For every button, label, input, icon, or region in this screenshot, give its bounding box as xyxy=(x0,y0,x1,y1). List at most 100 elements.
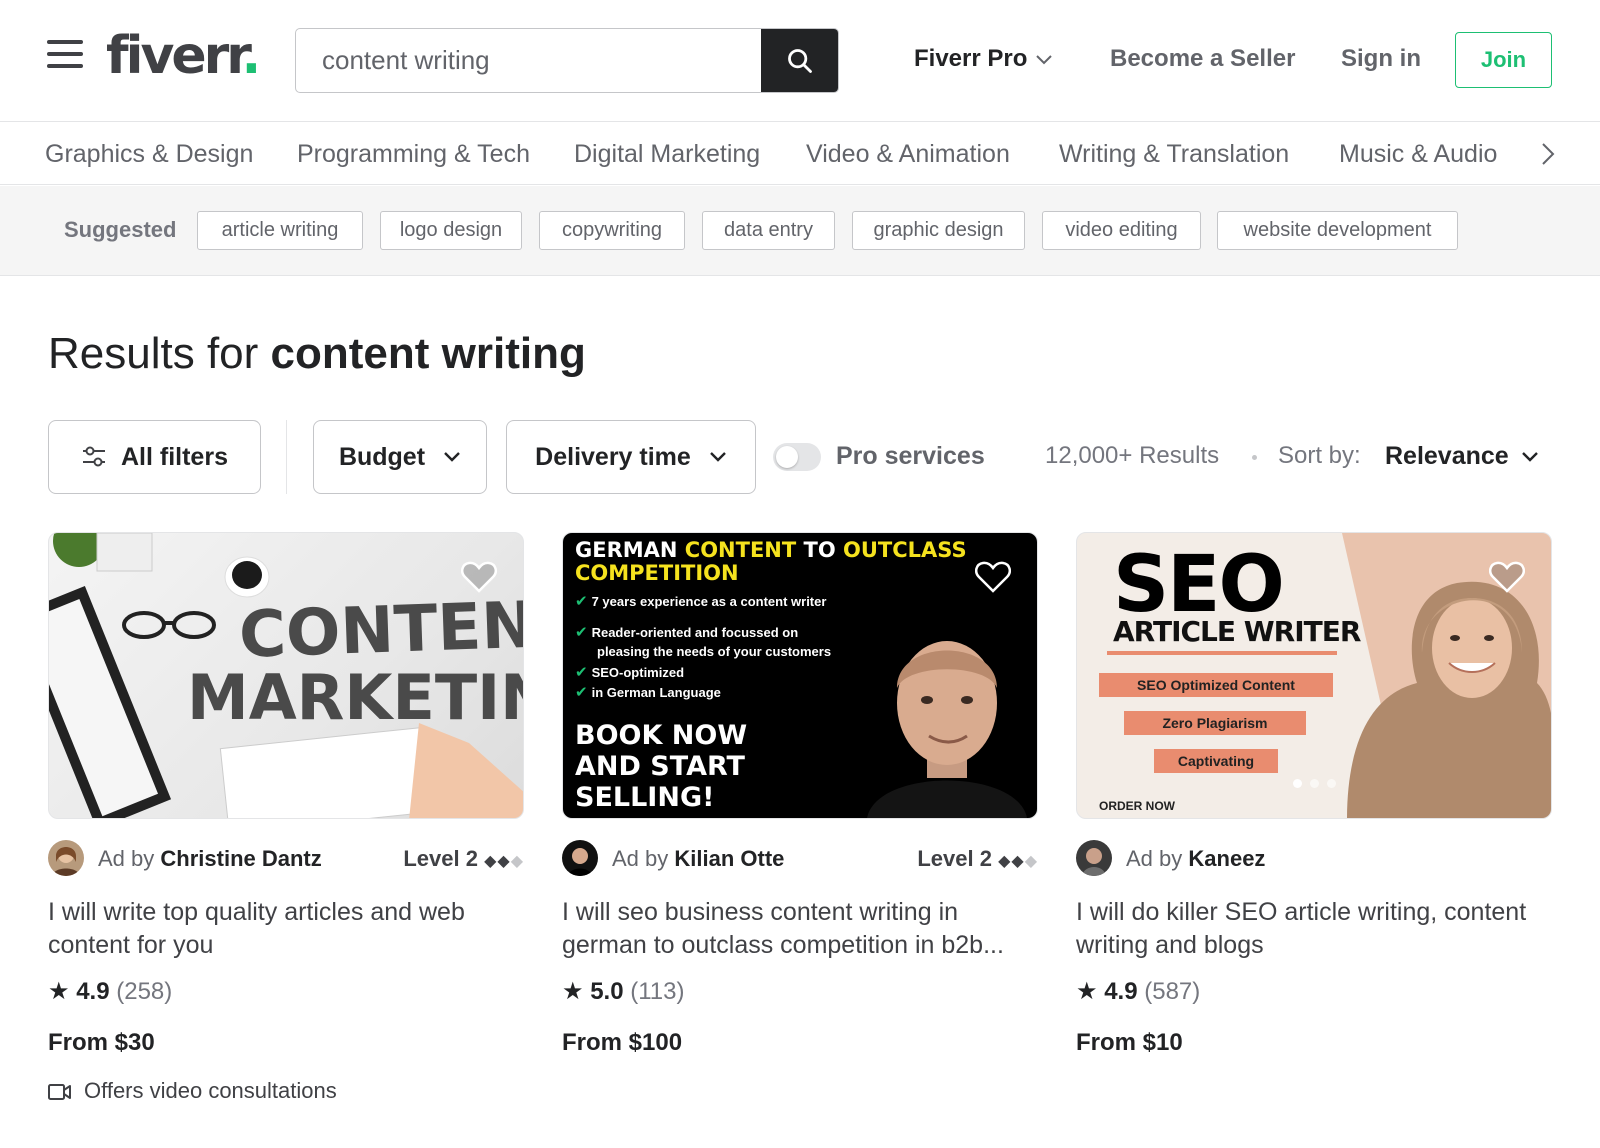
thumb-headline: GERMAN CONTENT TO OUTCLASS COMPETITION xyxy=(575,538,967,585)
gig-thumbnail[interactable]: GERMAN CONTENT TO OUTCLASS COMPETITION ✔ 7… xyxy=(562,532,1038,819)
become-seller-link[interactable]: Become a Seller xyxy=(1110,44,1295,74)
video-consultation: Offers video consultations xyxy=(48,1077,337,1105)
carousel-dots[interactable] xyxy=(49,779,523,788)
toggle-knob xyxy=(776,446,798,468)
search-icon xyxy=(787,48,812,73)
seller-name[interactable]: Christine Dantz xyxy=(160,846,321,871)
thumb-bullet: pleasing the needs of your customers xyxy=(597,644,832,659)
avatar[interactable] xyxy=(1076,840,1112,876)
suggested-tag[interactable]: website development xyxy=(1217,211,1458,250)
gig-thumbnail[interactable]: CONTENT MARKETING xyxy=(48,532,524,819)
gig-price[interactable]: From $10 xyxy=(1076,1028,1183,1058)
seller-byline: Ad by Kaneez xyxy=(1126,845,1265,873)
sort-dropdown[interactable]: Relevance xyxy=(1385,441,1539,471)
separator-dot xyxy=(1252,455,1257,460)
results-query: content writing xyxy=(270,329,586,378)
category-item[interactable]: Writing & Translation xyxy=(1059,139,1289,169)
thumb-cta: BOOK NOW AND START SELLING! xyxy=(575,720,748,813)
thumb-pill: Captivating xyxy=(1154,749,1278,773)
suggested-tag[interactable]: logo design xyxy=(380,211,522,250)
seller-row: Ad by Christine Dantz Level 2 ◆◆◆ xyxy=(48,840,524,878)
suggested-tag[interactable]: data entry xyxy=(702,211,835,250)
level-label: Level 2 xyxy=(403,846,478,871)
category-item[interactable]: Video & Animation xyxy=(806,139,1010,169)
delivery-time-dropdown[interactable]: Delivery time xyxy=(506,420,756,494)
menu-icon[interactable] xyxy=(47,40,83,70)
seller-row: Ad by Kaneez xyxy=(1076,840,1552,878)
gig-price[interactable]: From $30 xyxy=(48,1028,155,1058)
seller-name[interactable]: Kilian Otte xyxy=(674,846,784,871)
logo-dot: . xyxy=(241,26,262,86)
rating-value: 4.9 xyxy=(1104,978,1138,1005)
pro-services-toggle[interactable] xyxy=(773,443,821,471)
suggested-tag[interactable]: graphic design xyxy=(852,211,1025,250)
gig-title[interactable]: I will seo business content writing in g… xyxy=(562,896,1038,962)
suggested-tag[interactable]: copywriting xyxy=(539,211,685,250)
chevron-right-icon[interactable] xyxy=(1540,141,1556,167)
avatar[interactable] xyxy=(48,840,84,876)
seller-level: Level 2 ◆◆◆ xyxy=(403,845,524,876)
gig-rating: ★ 4.9 (587) xyxy=(1076,977,1200,1007)
fiverr-logo[interactable]: fiverr. xyxy=(106,26,262,86)
category-item[interactable]: Graphics & Design xyxy=(45,139,253,169)
sort-label: Sort by: xyxy=(1278,442,1361,469)
heart-icon[interactable] xyxy=(1489,561,1525,593)
gig-title[interactable]: I will do killer SEO article writing, co… xyxy=(1076,896,1552,962)
search-button[interactable] xyxy=(761,29,838,92)
thumb-headline-2: MARKETING xyxy=(187,661,523,734)
gig-card: CONTENT MARKETING Ad by Christine Dantz … xyxy=(48,532,524,1103)
site-header: fiverr. Fiverr Pro Become a Seller Sign … xyxy=(0,0,1600,122)
sign-in-link[interactable]: Sign in xyxy=(1341,44,1421,74)
thumb-subheadline: ARTICLE WRITER xyxy=(1113,615,1361,648)
thumb-pill: SEO Optimized Content xyxy=(1099,673,1333,697)
heart-icon[interactable] xyxy=(461,561,497,593)
chevron-down-icon xyxy=(1521,452,1538,463)
all-filters-label: All filters xyxy=(121,442,228,471)
fiverr-pro-menu[interactable]: Fiverr Pro xyxy=(914,44,1053,74)
review-count: (258) xyxy=(116,978,173,1005)
thumb-headline-1: CONTENT xyxy=(237,587,524,673)
filter-sliders-icon xyxy=(83,446,105,467)
gig-card: GERMAN CONTENT TO OUTCLASS COMPETITION ✔ 7… xyxy=(562,532,1038,1056)
star-icon: ★ xyxy=(1076,978,1098,1005)
pro-services-label: Pro services xyxy=(836,442,985,470)
thumb-order-text: ORDER NOW xyxy=(1099,799,1175,813)
gig-price[interactable]: From $100 xyxy=(562,1028,682,1058)
results-prefix: Results for xyxy=(48,329,259,378)
budget-label: Budget xyxy=(338,442,426,471)
thumb-bullet: ✔ in German Language xyxy=(575,684,721,701)
join-button[interactable]: Join xyxy=(1455,32,1552,88)
results-count: 12,000+ Results xyxy=(1045,442,1220,469)
level-diamonds-icon: ◆◆◆ xyxy=(484,853,524,870)
seller-name[interactable]: Kaneez xyxy=(1188,846,1265,871)
all-filters-button[interactable]: All filters xyxy=(48,420,261,494)
delivery-time-label: Delivery time xyxy=(535,442,691,471)
gig-title[interactable]: I will write top quality articles and we… xyxy=(48,896,524,962)
gig-rating: ★ 4.9 (258) xyxy=(48,977,172,1007)
seller-byline: Ad by Kilian Otte xyxy=(612,845,784,873)
rating-value: 4.9 xyxy=(76,978,110,1005)
category-item[interactable]: Music & Audio xyxy=(1339,139,1497,169)
thumb-bullet: ✔ SEO-optimized xyxy=(575,664,685,681)
gig-rating: ★ 5.0 (113) xyxy=(562,977,684,1007)
suggested-tag[interactable]: article writing xyxy=(197,211,363,250)
divider xyxy=(286,420,287,494)
budget-dropdown[interactable]: Budget xyxy=(313,420,487,494)
thumb-pill: Zero Plagiarism xyxy=(1124,711,1306,735)
category-menu: Graphics & Design Programming & Tech Dig… xyxy=(0,123,1600,185)
review-count: (113) xyxy=(630,978,685,1005)
heart-icon[interactable] xyxy=(975,561,1011,593)
carousel-dots[interactable] xyxy=(1077,779,1551,788)
category-item[interactable]: Digital Marketing xyxy=(574,139,760,169)
seller-level: Level 2 ◆◆◆ xyxy=(917,845,1038,876)
category-item[interactable]: Programming & Tech xyxy=(297,139,530,169)
chevron-down-icon xyxy=(1036,54,1053,65)
check-icon: ✔ xyxy=(575,664,588,681)
gig-thumbnail[interactable]: SEO ARTICLE WRITER SEO Optimized Content… xyxy=(1076,532,1552,819)
rating-value: 5.0 xyxy=(590,978,624,1005)
avatar[interactable] xyxy=(562,840,598,876)
ad-prefix: Ad by xyxy=(1126,846,1183,871)
suggested-tag[interactable]: video editing xyxy=(1042,211,1201,250)
suggested-label: Suggested xyxy=(64,217,177,242)
search-input[interactable] xyxy=(296,29,763,92)
